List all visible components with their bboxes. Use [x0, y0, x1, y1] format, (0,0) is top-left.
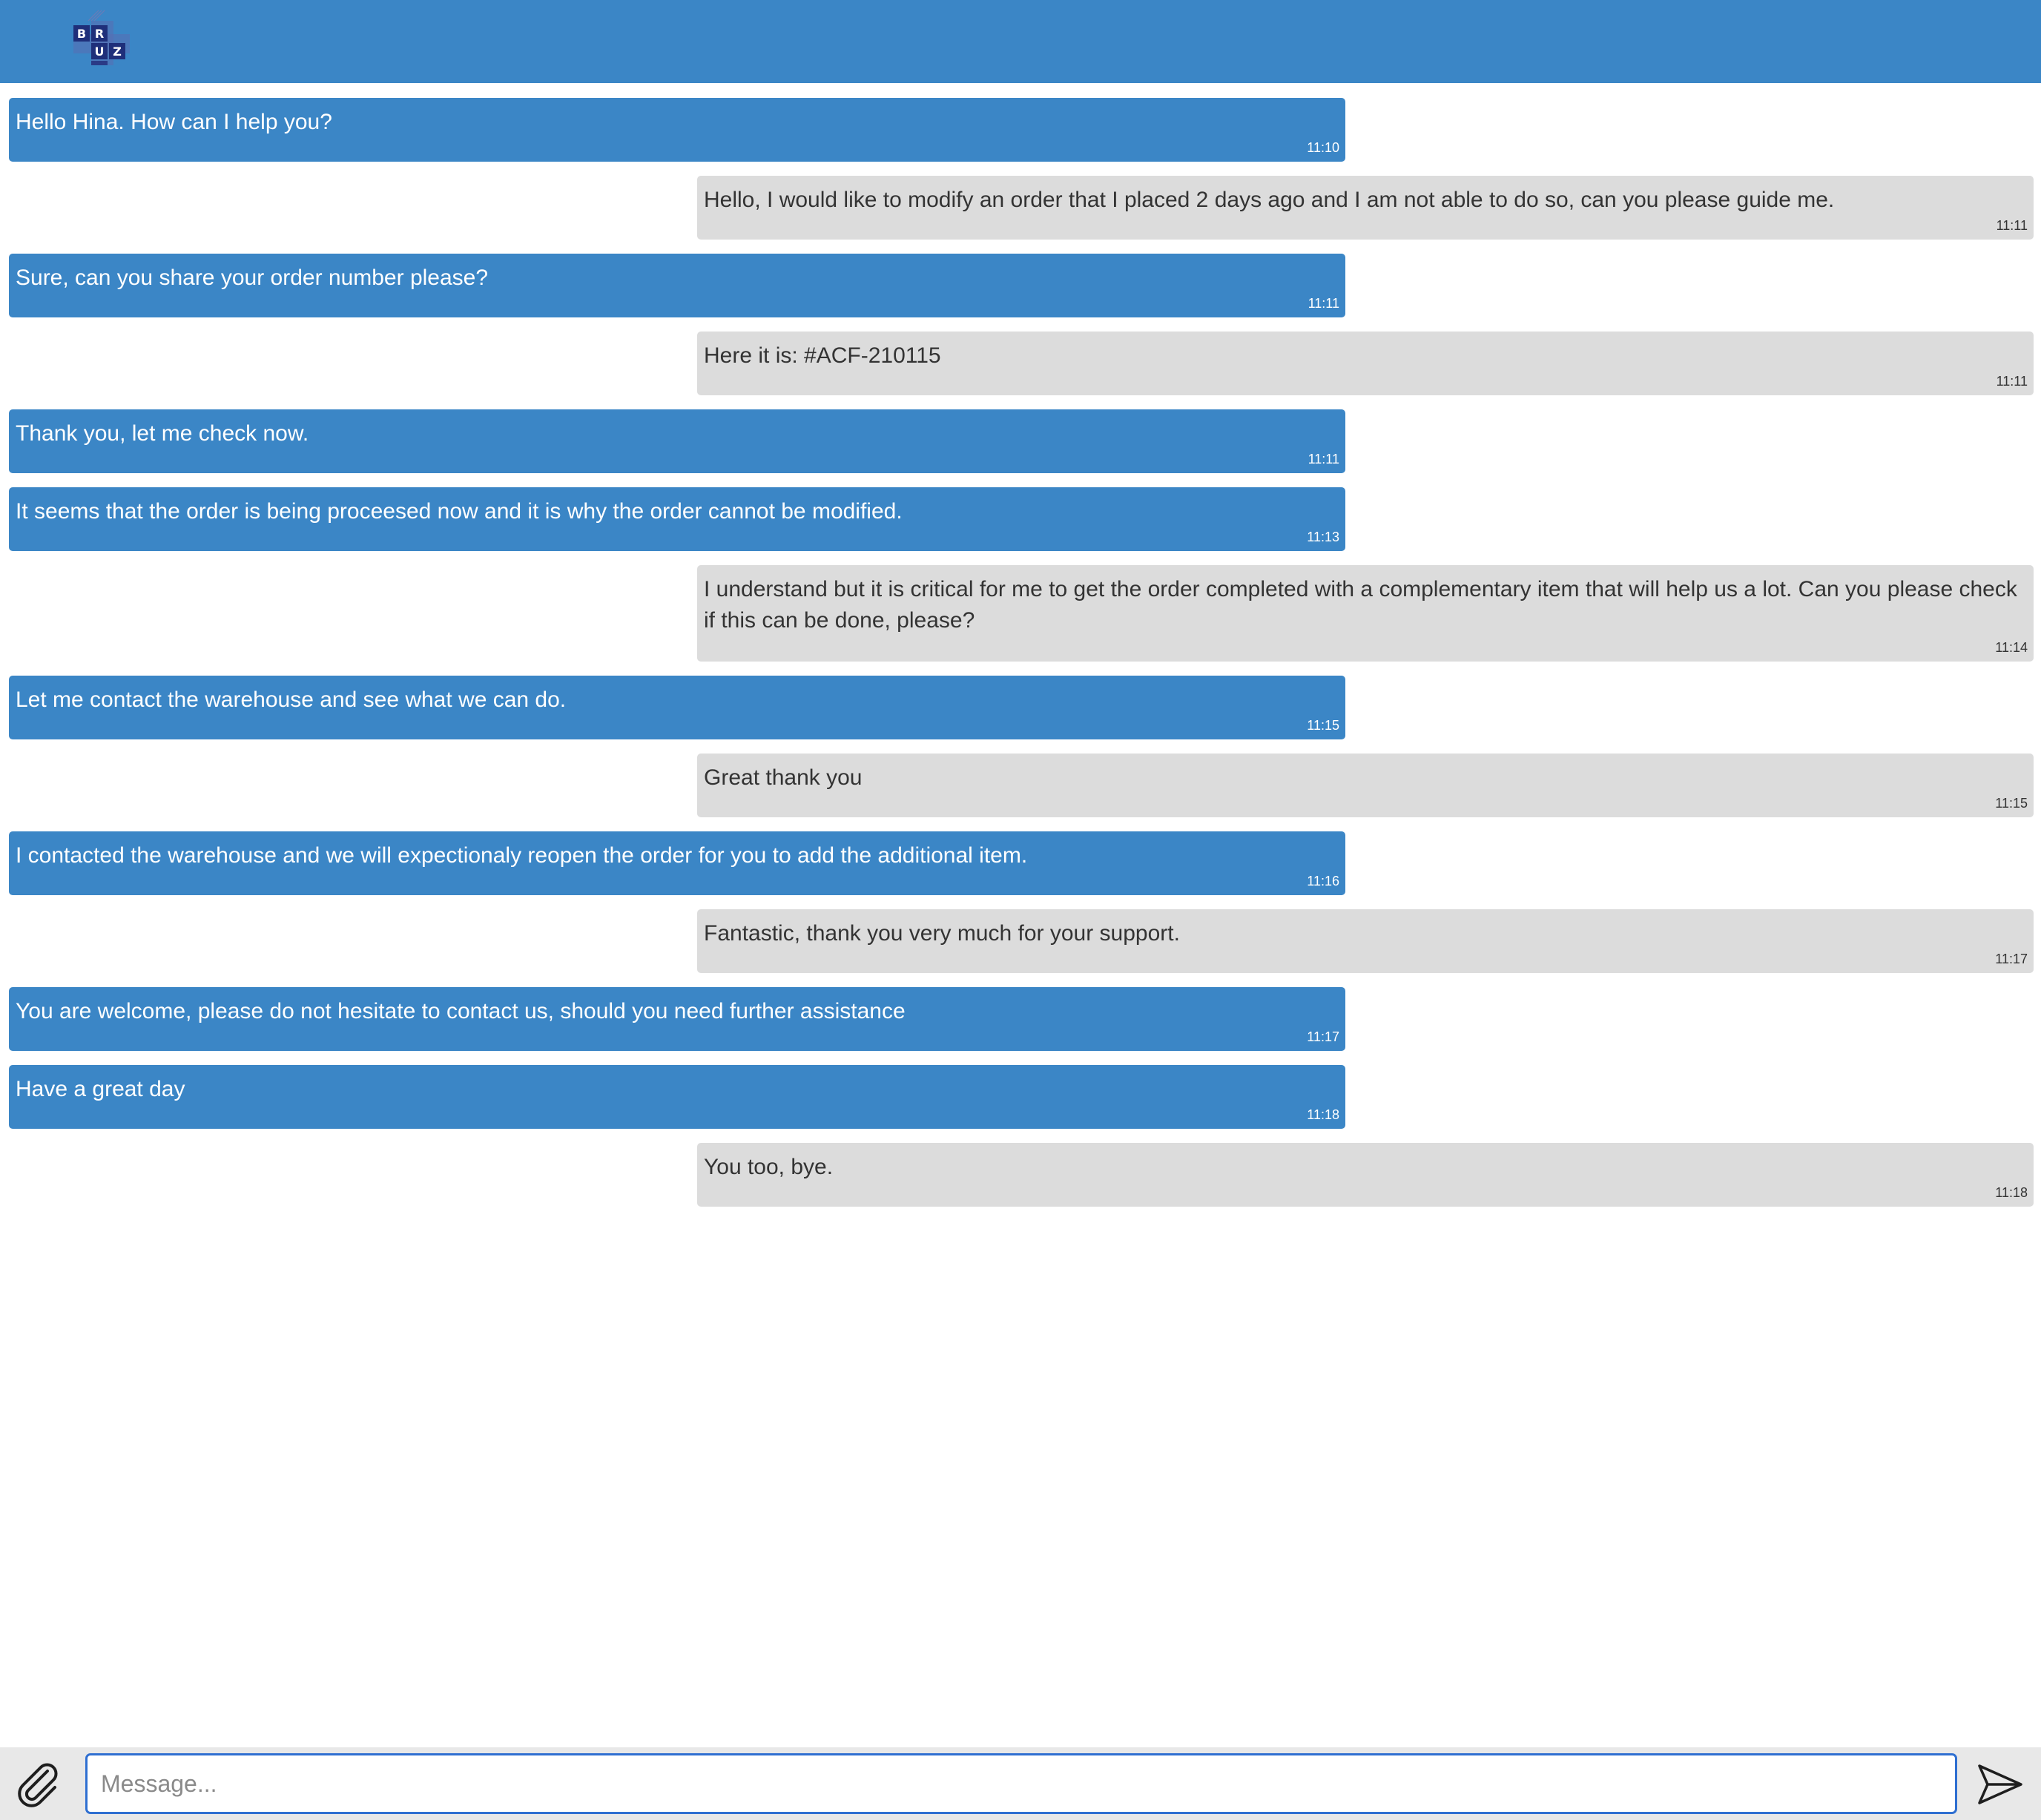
send-arrow-icon[interactable]: [1977, 1764, 2023, 1805]
message-text: Hello, I would like to modify an order t…: [704, 188, 1835, 212]
message-text: Have a great day: [16, 1077, 185, 1101]
message-timestamp: 11:11: [1996, 374, 2028, 389]
logo-letter-2: R: [95, 27, 104, 41]
message-timestamp: 11:11: [1308, 296, 1339, 311]
user-message: You too, bye. 11:18: [697, 1143, 2034, 1207]
message-timestamp: 11:17: [1995, 952, 2028, 966]
message-text: Let me contact the warehouse and see wha…: [16, 688, 567, 712]
message-text: Sure, can you share your order number pl…: [16, 266, 489, 290]
chat-header: B R U Z: [0, 0, 2041, 83]
message-timestamp: 11:14: [1995, 640, 2028, 655]
message-text: Fantastic, thank you very much for your …: [704, 921, 1180, 946]
paperclip-icon[interactable]: [15, 1761, 62, 1808]
message-text: It seems that the order is being procees…: [16, 499, 903, 524]
message-text: Thank you, let me check now.: [16, 421, 309, 446]
message-timestamp: 11:18: [1995, 1185, 2028, 1200]
message-timestamp: 11:11: [1996, 218, 2028, 233]
message-timestamp: 11:18: [1307, 1107, 1339, 1122]
message-timestamp: 11:16: [1307, 874, 1339, 888]
message-timestamp: 11:10: [1307, 140, 1339, 155]
agent-message: You are welcome, please do not hesitate …: [9, 987, 1345, 1051]
bruz-logo: B R U Z: [73, 10, 130, 65]
agent-message: It seems that the order is being procees…: [9, 487, 1345, 551]
message-text: Here it is: #ACF-210115: [704, 343, 941, 368]
agent-message: Sure, can you share your order number pl…: [9, 254, 1345, 317]
message-text: You too, bye.: [704, 1155, 834, 1179]
message-text: I understand but it is critical for me t…: [704, 577, 2017, 633]
agent-message: Let me contact the warehouse and see wha…: [9, 676, 1345, 739]
agent-message: I contacted the warehouse and we will ex…: [9, 831, 1345, 895]
user-message: Here it is: #ACF-210115 11:11: [697, 332, 2034, 395]
user-message: Great thank you 11:15: [697, 754, 2034, 817]
message-input[interactable]: [85, 1753, 1957, 1814]
message-timestamp: 11:15: [1307, 718, 1339, 733]
message-text: I contacted the warehouse and we will ex…: [16, 843, 1028, 868]
logo-letter-4: Z: [113, 44, 122, 59]
user-message: I understand but it is critical for me t…: [697, 565, 2034, 662]
message-timestamp: 11:15: [1995, 796, 2028, 811]
message-composer: [0, 1747, 2041, 1820]
message-text: Hello Hina. How can I help you?: [16, 110, 332, 134]
agent-message: Have a great day 11:18: [9, 1065, 1345, 1129]
agent-message: Thank you, let me check now. 11:11: [9, 409, 1345, 473]
message-timestamp: 11:13: [1307, 530, 1339, 544]
message-text: You are welcome, please do not hesitate …: [16, 999, 906, 1023]
message-timestamp: 11:11: [1308, 452, 1339, 466]
message-text: Great thank you: [704, 765, 863, 790]
agent-message: Hello Hina. How can I help you? 11:10: [9, 98, 1345, 162]
logo-letter-1: B: [77, 27, 86, 41]
message-timestamp: 11:17: [1307, 1029, 1339, 1044]
user-message: Fantastic, thank you very much for your …: [697, 909, 2034, 973]
logo-letter-3: U: [95, 44, 105, 59]
user-message: Hello, I would like to modify an order t…: [697, 176, 2034, 240]
